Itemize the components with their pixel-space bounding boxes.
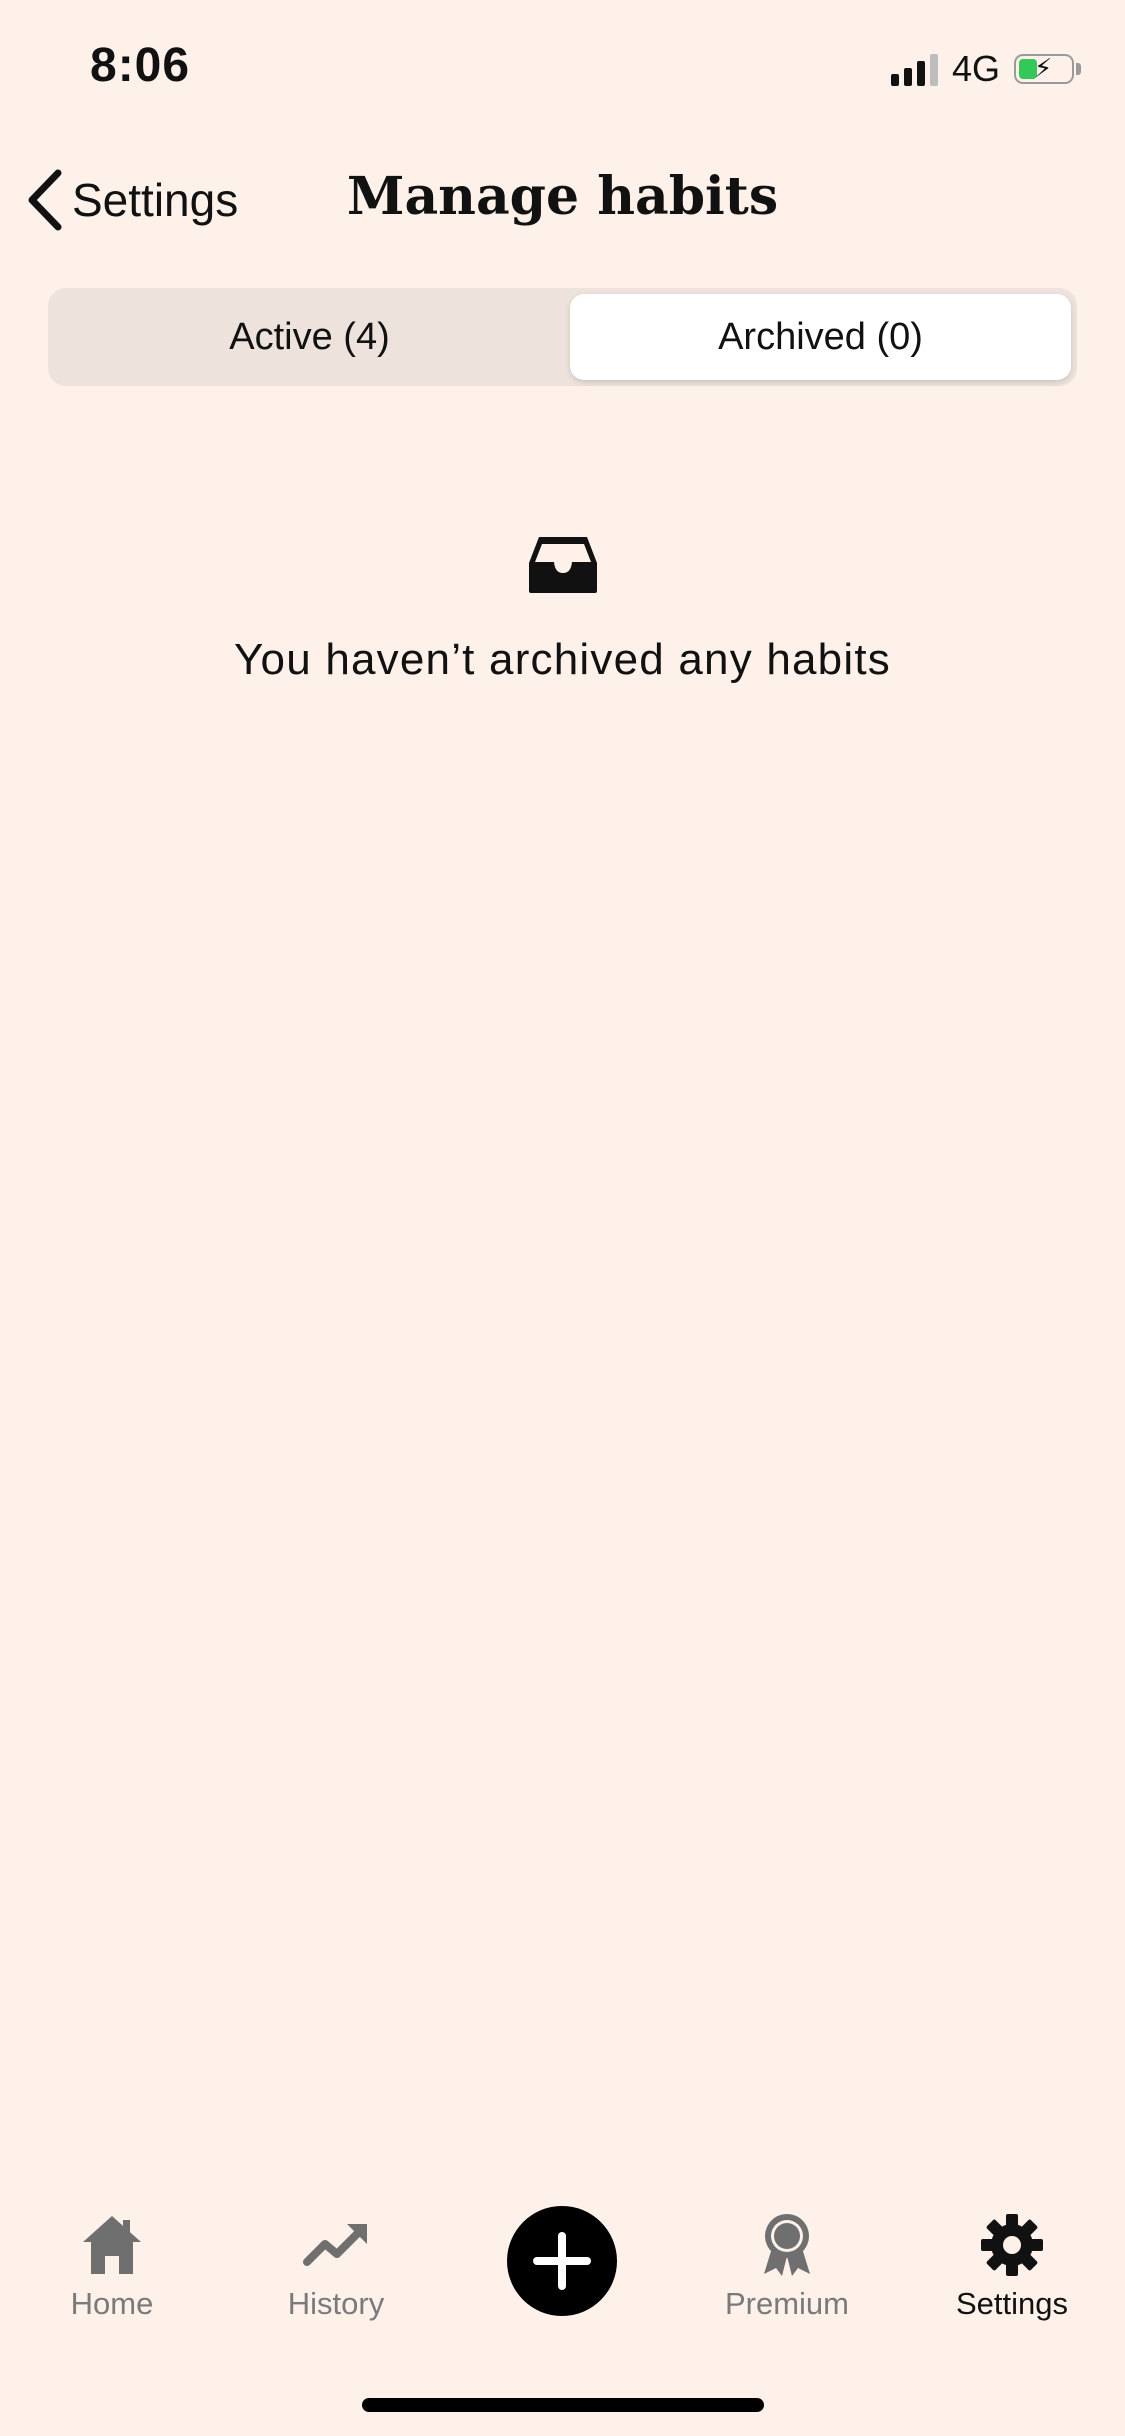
- tab-bar-settings-label: Settings: [955, 2286, 1068, 2321]
- navigation-bar: Settings Manage habits: [0, 150, 1125, 250]
- tab-archived[interactable]: Archived (0): [570, 294, 1071, 380]
- tab-bar-history-label: History: [287, 2286, 385, 2321]
- home-icon: [83, 2216, 141, 2274]
- tab-bar-premium-label: Premium: [724, 2286, 849, 2321]
- status-indicators: 4G ⚡: [890, 48, 1081, 90]
- battery-icon: ⚡: [1014, 53, 1074, 84]
- battery-cap: [1076, 63, 1081, 75]
- tab-bar-settings[interactable]: Settings: [922, 2180, 1102, 2322]
- habit-filter-segmented-control: Active (4) Archived (0): [48, 288, 1077, 386]
- trend-up-icon: [303, 2224, 367, 2266]
- plus-icon: [533, 2232, 591, 2290]
- network-type: 4G: [951, 48, 1000, 89]
- home-indicator: [362, 2398, 764, 2412]
- status-time: 8:06: [90, 39, 191, 92]
- inbox-tray-icon: [528, 537, 597, 593]
- empty-state-message: You haven’t archived any habits: [234, 635, 891, 684]
- tab-bar-history[interactable]: History: [246, 2180, 426, 2322]
- gear-icon: [981, 2214, 1043, 2276]
- empty-state: You haven’t archived any habits: [0, 535, 1125, 685]
- award-ribbon-icon: [764, 2214, 810, 2276]
- tab-bar-home-label: Home: [70, 2286, 154, 2321]
- page-title: Manage habits: [346, 166, 779, 227]
- tab-bar-premium[interactable]: Premium: [697, 2180, 877, 2322]
- bottom-tab-bar: Home History Premium Settings: [0, 2180, 1125, 2360]
- tab-bar-home[interactable]: Home: [22, 2180, 202, 2322]
- status-bar: 8:06 4G ⚡: [0, 0, 1125, 140]
- add-habit-button[interactable]: [507, 2206, 617, 2316]
- tab-active[interactable]: Active (4): [54, 294, 565, 380]
- cellular-signal-icon: [890, 52, 938, 86]
